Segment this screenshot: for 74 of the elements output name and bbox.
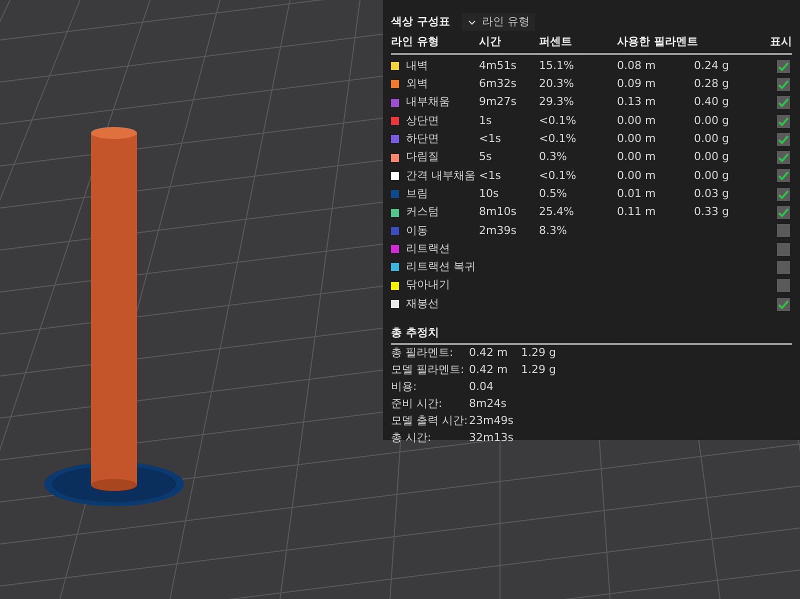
summary-label: 총 필라멘트:	[391, 345, 454, 362]
summary-value: 1.29 g	[521, 362, 557, 378]
summary-label: 준비 시간:	[391, 396, 444, 412]
table-cell-text: <1s	[479, 168, 502, 184]
line-type-name: 다림질	[406, 149, 439, 166]
table-cell-text: 4m51s	[479, 58, 518, 74]
table-cell-text: 20.3%	[539, 76, 575, 92]
table-cell-text: 0.00 g	[694, 112, 730, 129]
table-cell-text: 0.09 m	[617, 76, 657, 92]
table-cell-text: 25.4%	[539, 204, 575, 220]
line-type-name: 리트랙션	[406, 240, 450, 257]
table-cell-text: 0.40 g	[694, 94, 730, 110]
line-type-name: 상단면	[406, 112, 439, 129]
summary-value: 8m24s	[469, 396, 508, 412]
summary-label: 모델 필라멘트:	[391, 362, 466, 378]
line-type-name: 간격 내부채움	[406, 168, 476, 184]
summary-title: 총 추정치	[391, 326, 439, 340]
summary-value: 23m49s	[469, 413, 514, 430]
table-cell-text: 8.3%	[539, 222, 568, 239]
table-cell-text: 0.03 g	[694, 186, 730, 202]
table-cell-text: 0.00 g	[694, 149, 730, 166]
column-header: 사용한 필라멘트	[617, 34, 699, 50]
line-type-name: 브림	[406, 186, 428, 202]
line-type-name: 리트랙션 복귀	[406, 259, 476, 276]
table-cell-text: 0.13 m	[617, 94, 657, 110]
line-type-name: 내부채움	[406, 94, 450, 110]
table-cell-text: 0.00 m	[617, 149, 657, 166]
line-type-name: 외벽	[406, 76, 428, 92]
table-cell-text: 0.00 m	[617, 131, 657, 148]
table-cell-text: 9m27s	[479, 94, 518, 110]
table-cell-text: 0.00 m	[617, 112, 657, 129]
table-cell-text: 0.11 m	[617, 204, 657, 220]
column-header: 표시	[770, 34, 792, 50]
color-scheme-dropdown[interactable]: 라인 유형	[462, 12, 536, 32]
table-cell-text: 0.24 g	[694, 58, 730, 74]
table-cell-text: 0.33 g	[694, 204, 730, 220]
summary-value: 0.04	[469, 379, 494, 396]
table-cell-text: 0.00 m	[617, 168, 657, 184]
line-type-name: 닦아내기	[406, 277, 450, 294]
summary-value: 0.42 m	[469, 345, 509, 362]
table-cell-text: <0.1%	[539, 168, 578, 184]
table-cell-text: 8m10s	[479, 204, 518, 220]
table-cell-text: 15.1%	[539, 58, 575, 74]
table-cell-text: 0.28 g	[694, 76, 730, 92]
summary-label: 총 시간:	[391, 430, 432, 446]
table-cell-text: 6m32s	[479, 76, 518, 92]
table-cell-text: 0.3%	[539, 149, 568, 166]
table-cell-text: 0.00 g	[694, 168, 730, 184]
column-header: 퍼센트	[539, 34, 573, 50]
table-cell-text: 0.00 g	[694, 131, 730, 148]
color-scheme-label: 색상 구성표	[391, 14, 450, 30]
table-cell-text: 1s	[479, 112, 493, 129]
summary-label: 비용:	[391, 379, 418, 396]
summary-label: 모델 출력 시간:	[391, 413, 469, 430]
table-cell-text: <0.1%	[539, 112, 578, 129]
summary-value: 0.42 m	[469, 362, 509, 378]
table-cell-text: 0.5%	[539, 186, 568, 202]
table-cell-text: 0.01 m	[617, 186, 657, 202]
table-cell-text: 29.3%	[539, 94, 575, 110]
table-cell-text: <0.1%	[539, 131, 578, 148]
column-header: 시간	[479, 34, 502, 50]
summary-value: 32m13s	[469, 430, 514, 446]
line-type-name: 내벽	[406, 58, 428, 74]
table-cell-text: <1s	[479, 131, 502, 148]
line-type-name: 하단면	[406, 131, 439, 148]
column-header: 라인 유형	[391, 34, 440, 50]
line-type-name: 커스텀	[406, 204, 439, 220]
summary-value: 1.29 g	[521, 345, 557, 362]
table-cell-text: 10s	[479, 186, 500, 202]
line-type-name: 이동	[406, 222, 428, 239]
table-cell-text: 5s	[479, 149, 493, 166]
table-cell-text: 2m39s	[479, 222, 518, 239]
line-type-name: 재봉선	[406, 296, 439, 312]
table-cell-text: 0.08 m	[617, 58, 657, 74]
